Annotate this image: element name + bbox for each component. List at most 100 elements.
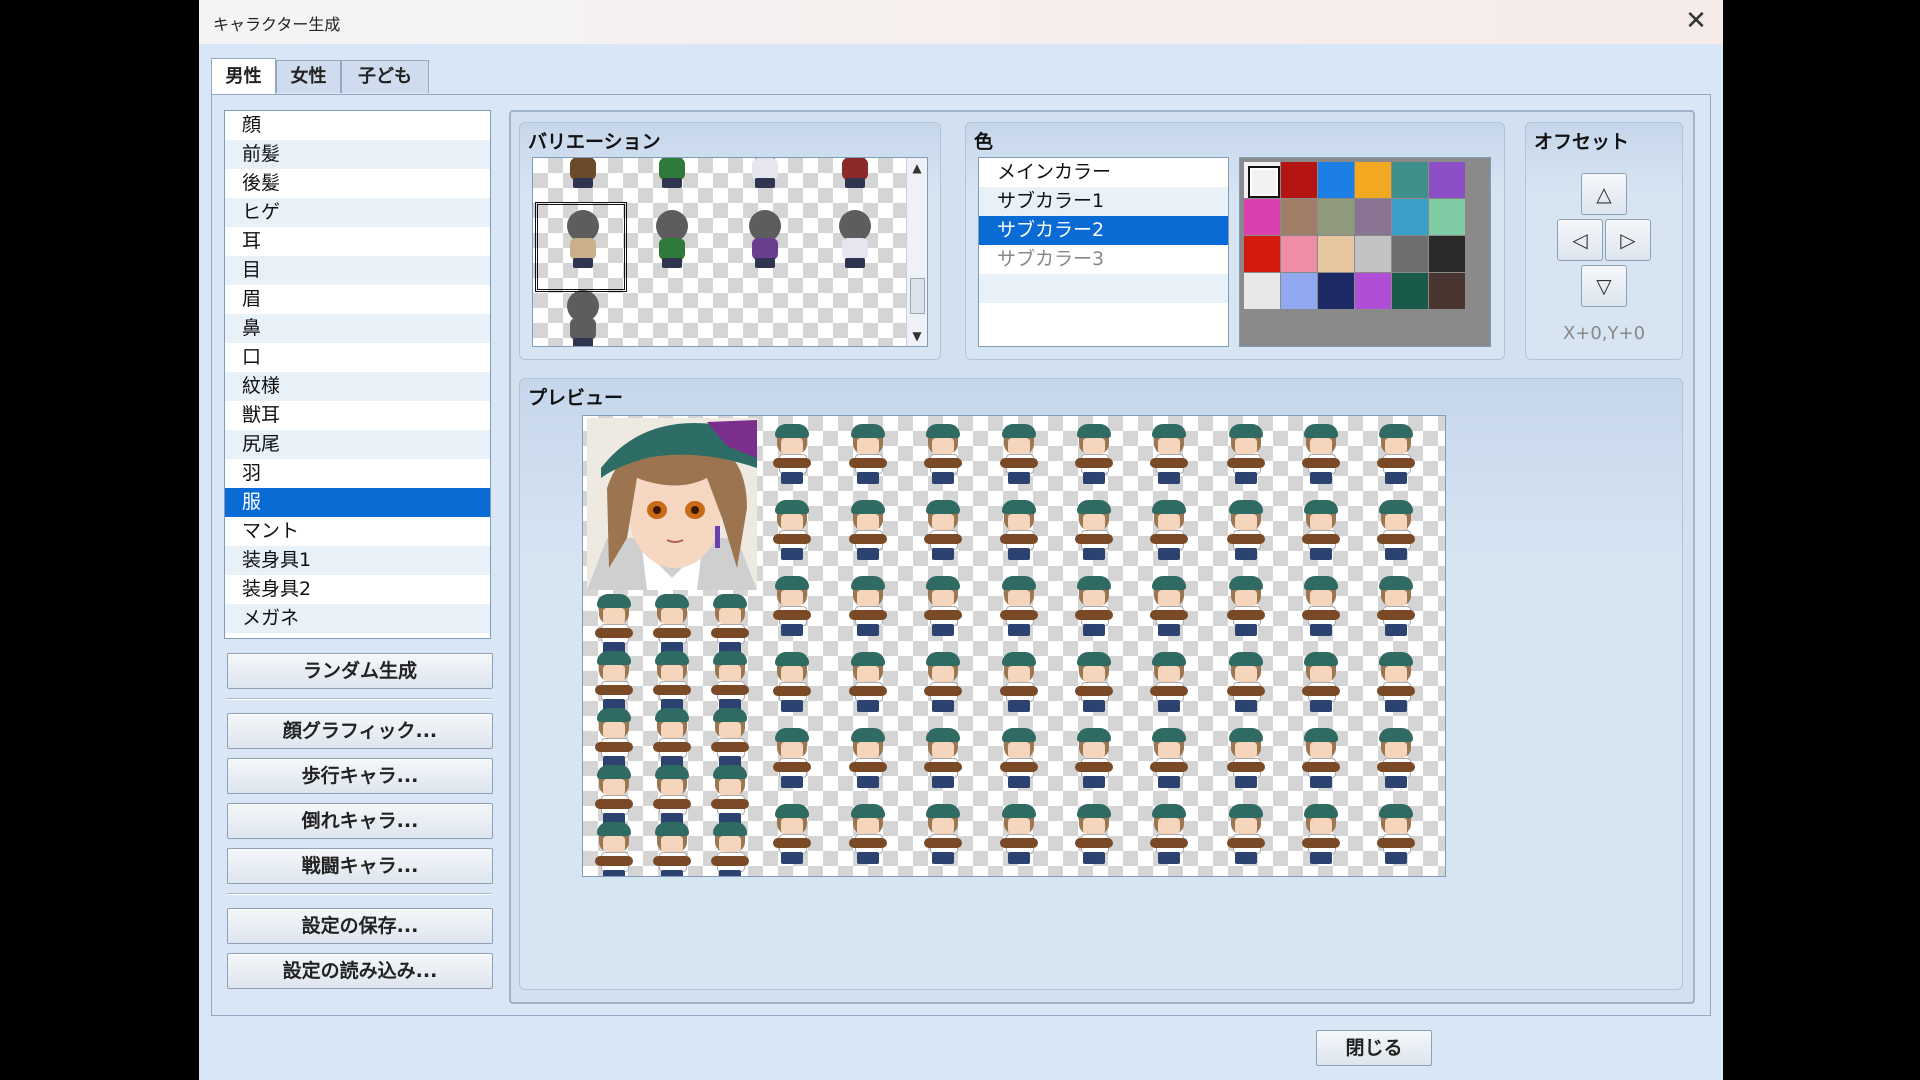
parts-list-item[interactable]: 服 bbox=[225, 488, 490, 517]
load-settings-button[interactable]: 設定の読み込み... bbox=[227, 953, 493, 989]
scroll-thumb[interactable] bbox=[910, 278, 925, 314]
offset-left-button[interactable]: ◁ bbox=[1557, 219, 1603, 261]
color-slot-item[interactable]: メインカラー bbox=[979, 158, 1228, 187]
color-swatch[interactable] bbox=[1392, 236, 1428, 272]
random-generate-button[interactable]: ランダム生成 bbox=[227, 653, 493, 689]
face-graphic-button[interactable]: 顔グラフィック... bbox=[227, 713, 493, 749]
battle-character-button[interactable]: 戦闘キャラ... bbox=[227, 848, 493, 884]
sprite-bandana bbox=[1304, 804, 1338, 818]
variation-sprite[interactable] bbox=[743, 158, 787, 190]
parts-list-item[interactable]: 後髪 bbox=[225, 169, 490, 198]
color-swatch[interactable] bbox=[1429, 236, 1465, 272]
parts-list-item[interactable]: マント bbox=[225, 517, 490, 546]
parts-list-item[interactable]: 顔 bbox=[225, 111, 490, 140]
color-slot-item[interactable]: サブカラー1 bbox=[979, 187, 1228, 216]
color-swatch[interactable] bbox=[1281, 236, 1317, 272]
sprite-face bbox=[1235, 742, 1257, 758]
parts-list-item[interactable]: 装身具1 bbox=[225, 546, 490, 575]
sprite-face bbox=[1385, 514, 1407, 530]
preview-sprite bbox=[649, 820, 695, 876]
color-swatch[interactable] bbox=[1281, 162, 1317, 198]
sprite-body bbox=[570, 158, 596, 180]
parts-list-item[interactable]: 獣耳 bbox=[225, 401, 490, 430]
parts-list-item[interactable]: 装身具2 bbox=[225, 575, 490, 604]
color-swatch[interactable] bbox=[1355, 273, 1391, 309]
color-swatch[interactable] bbox=[1392, 199, 1428, 235]
down-character-button[interactable]: 倒れキャラ... bbox=[227, 803, 493, 839]
tab-1[interactable]: 女性 bbox=[276, 60, 341, 93]
color-swatch[interactable] bbox=[1392, 162, 1428, 198]
variation-sprite[interactable] bbox=[833, 208, 877, 270]
variation-sprite[interactable] bbox=[561, 158, 605, 190]
parts-list-item[interactable]: 口 bbox=[225, 343, 490, 372]
offset-right-button[interactable]: ▷ bbox=[1605, 219, 1651, 261]
parts-list-item[interactable]: 尻尾 bbox=[225, 430, 490, 459]
parts-list-item[interactable]: メガネ bbox=[225, 604, 490, 633]
color-swatch[interactable] bbox=[1244, 162, 1280, 198]
sprite-gloves bbox=[924, 458, 962, 468]
color-swatch[interactable] bbox=[1244, 273, 1280, 309]
color-swatch[interactable] bbox=[1355, 236, 1391, 272]
sprite-gloves bbox=[595, 856, 633, 866]
preview-sprite bbox=[769, 498, 815, 564]
variation-grid[interactable]: ▲ ▼ bbox=[532, 157, 928, 347]
color-swatch[interactable] bbox=[1318, 199, 1354, 235]
color-swatch[interactable] bbox=[1244, 199, 1280, 235]
sprite-gloves bbox=[1000, 534, 1038, 544]
variation-sprite[interactable] bbox=[561, 288, 605, 346]
sprite-pants bbox=[719, 870, 741, 876]
color-swatch[interactable] bbox=[1281, 273, 1317, 309]
sprite-gloves bbox=[1000, 610, 1038, 620]
color-swatch[interactable] bbox=[1318, 162, 1354, 198]
close-button[interactable]: 閉じる bbox=[1316, 1030, 1432, 1066]
sprite-face bbox=[1083, 438, 1105, 454]
parts-list-item[interactable]: 目 bbox=[225, 256, 490, 285]
variation-sprite[interactable] bbox=[833, 158, 877, 190]
sprite-bandana bbox=[775, 804, 809, 818]
color-swatch[interactable] bbox=[1318, 273, 1354, 309]
walk-character-button[interactable]: 歩行キャラ... bbox=[227, 758, 493, 794]
sprite-bandana bbox=[1304, 652, 1338, 666]
color-swatch[interactable] bbox=[1281, 199, 1317, 235]
variation-sprite[interactable] bbox=[650, 208, 694, 270]
color-slot-list[interactable]: メインカラー サブカラー1 サブカラー2 サブカラー3 bbox=[978, 157, 1229, 347]
parts-list-item[interactable]: 耳 bbox=[225, 227, 490, 256]
color-palette[interactable] bbox=[1239, 157, 1491, 347]
sprite-gloves bbox=[1377, 610, 1415, 620]
parts-list-item[interactable]: 前髪 bbox=[225, 140, 490, 169]
color-group: 色 メインカラー サブカラー1 サブカラー2 サブカラー3 bbox=[965, 122, 1505, 360]
color-slot-item[interactable]: サブカラー3 bbox=[979, 245, 1228, 274]
color-swatch[interactable] bbox=[1429, 199, 1465, 235]
color-swatch[interactable] bbox=[1355, 199, 1391, 235]
variation-sprite[interactable] bbox=[650, 158, 694, 190]
color-swatch[interactable] bbox=[1244, 236, 1280, 272]
sprite-bandana bbox=[775, 652, 809, 666]
variation-scrollbar[interactable]: ▲ ▼ bbox=[906, 158, 927, 346]
offset-down-button[interactable]: ▽ bbox=[1581, 265, 1627, 307]
parts-list-item[interactable]: 羽 bbox=[225, 459, 490, 488]
color-swatch[interactable] bbox=[1318, 236, 1354, 272]
color-slot-item[interactable]: サブカラー2 bbox=[979, 216, 1228, 245]
parts-list[interactable]: 顔前髪 後髪 ヒゲ耳目眉鼻口紋様 獣耳 尻尾羽服マント 装身具1 装身具2 メガネ bbox=[224, 110, 491, 639]
save-settings-button[interactable]: 設定の保存... bbox=[227, 908, 493, 944]
sprite-pants bbox=[1385, 700, 1407, 712]
preview-sprite bbox=[1223, 498, 1269, 564]
color-swatch[interactable] bbox=[1429, 273, 1465, 309]
preview-sprite bbox=[1223, 802, 1269, 868]
tab-2[interactable]: 子ども bbox=[341, 60, 429, 93]
sprite-face bbox=[719, 836, 741, 852]
color-swatch[interactable] bbox=[1429, 162, 1465, 198]
scroll-down-icon[interactable]: ▼ bbox=[907, 326, 927, 346]
offset-up-button[interactable]: △ bbox=[1581, 173, 1627, 215]
tab-0[interactable]: 男性 bbox=[211, 58, 276, 95]
color-swatch[interactable] bbox=[1392, 273, 1428, 309]
variation-sprite[interactable] bbox=[743, 208, 787, 270]
parts-list-item[interactable]: 紋様 bbox=[225, 372, 490, 401]
parts-list-item[interactable]: 眉 bbox=[225, 285, 490, 314]
preview-sprite bbox=[996, 574, 1042, 640]
scroll-up-icon[interactable]: ▲ bbox=[907, 158, 927, 178]
close-icon[interactable]: ✕ bbox=[1679, 4, 1713, 38]
parts-list-item[interactable]: 鼻 bbox=[225, 314, 490, 343]
parts-list-item[interactable]: ヒゲ bbox=[225, 198, 490, 227]
color-swatch[interactable] bbox=[1355, 162, 1391, 198]
